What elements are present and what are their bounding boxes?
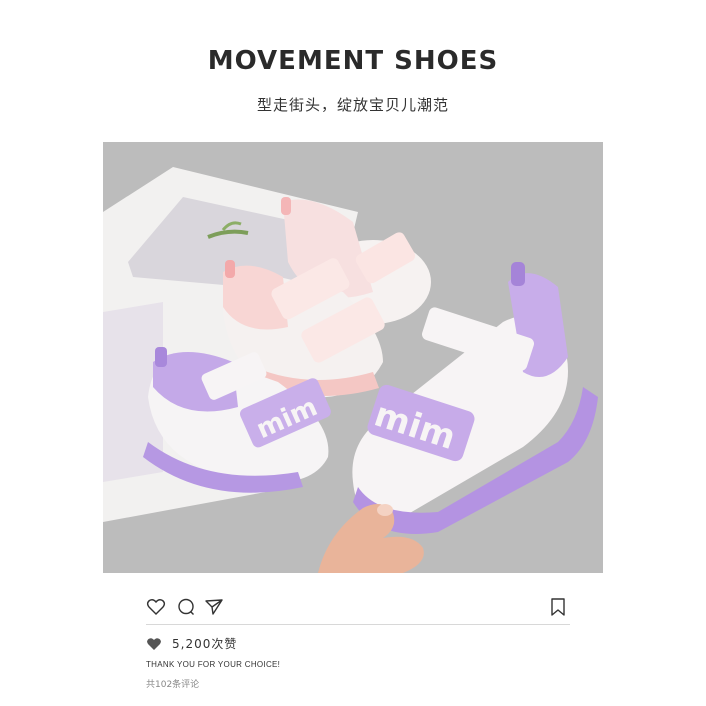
comment-icon[interactable] bbox=[176, 597, 196, 617]
product-photo: mim mim bbox=[103, 142, 603, 573]
comments-link[interactable]: 共102条评论 bbox=[146, 677, 199, 690]
heart-outline-icon[interactable] bbox=[146, 597, 166, 617]
share-icon[interactable] bbox=[204, 597, 224, 617]
headline-title: MOVEMENT SHOES bbox=[207, 46, 499, 76]
headline-subtitle: 型走街头，绽放宝贝儿潮范 bbox=[256, 96, 449, 114]
sandals-illustration: mim mim bbox=[103, 142, 603, 573]
divider bbox=[146, 624, 570, 625]
post-actions-bar bbox=[146, 597, 570, 617]
likes-count: 5,200次赞 bbox=[172, 637, 238, 651]
bookmark-icon[interactable] bbox=[548, 597, 568, 617]
post-caption: THANK YOU FOR YOUR CHOICE! bbox=[146, 660, 281, 669]
heart-filled-icon bbox=[146, 636, 162, 650]
